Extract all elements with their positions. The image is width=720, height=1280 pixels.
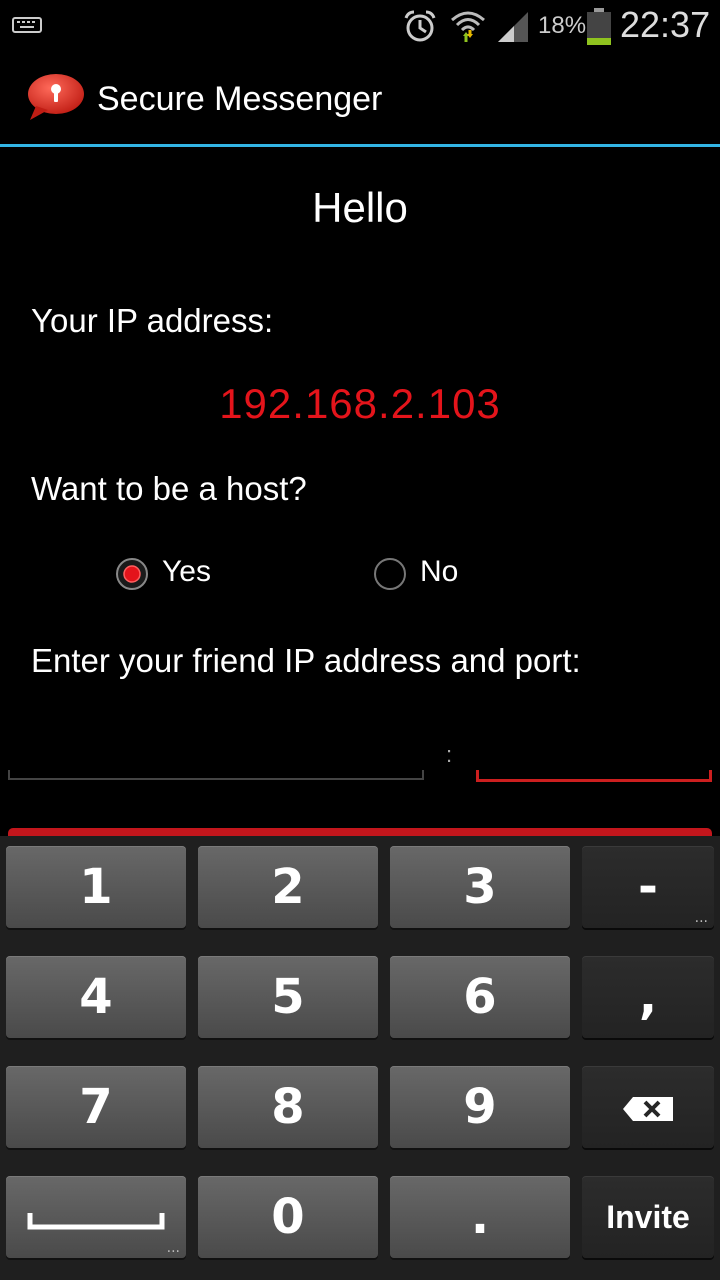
screen: 18% 22:37 Secure Messenger Hello Your IP… <box>0 0 720 1280</box>
key-2[interactable]: 2 <box>198 846 378 928</box>
app-title: Secure Messenger <box>97 80 383 118</box>
status-bar: 18% 22:37 <box>0 0 720 50</box>
key-5[interactable]: 5 <box>198 956 378 1038</box>
key-more-indicator: ... <box>694 910 708 926</box>
key-4[interactable]: 4 <box>6 956 186 1038</box>
key-space[interactable]: ... <box>6 1176 186 1258</box>
port-separator: : <box>446 742 453 767</box>
clock: 22:37 <box>620 4 711 45</box>
key-6[interactable]: 6 <box>390 956 570 1038</box>
key-comma[interactable]: , <box>582 956 714 1038</box>
radio-selected-icon <box>114 556 148 590</box>
key-minus-label: - <box>638 859 658 915</box>
key-3[interactable]: 3 <box>390 846 570 928</box>
action-bar: Secure Messenger <box>0 50 720 147</box>
key-7[interactable]: 7 <box>6 1066 186 1148</box>
radio-unselected-icon <box>372 556 406 590</box>
numeric-keyboard: 1 2 3 - ... 4 5 6 , 7 8 9 ... 0 . Invite <box>0 836 720 1280</box>
radio-yes[interactable]: Yes <box>114 555 211 590</box>
backspace-icon <box>621 1079 675 1135</box>
key-invite[interactable]: Invite <box>582 1176 714 1258</box>
ip-value: 192.168.2.103 <box>219 380 501 427</box>
ip-label: Your IP address: <box>31 302 274 339</box>
key-8[interactable]: 8 <box>198 1066 378 1148</box>
signal-icon <box>496 10 532 49</box>
host-question: Want to be a host? <box>31 470 307 507</box>
key-0[interactable]: 0 <box>198 1176 378 1258</box>
space-bar-icon <box>26 1189 166 1245</box>
key-backspace[interactable] <box>582 1066 714 1148</box>
key-minus[interactable]: - ... <box>582 846 714 928</box>
alarm-icon <box>402 8 438 49</box>
key-9[interactable]: 9 <box>390 1066 570 1148</box>
radio-yes-label: Yes <box>162 555 211 588</box>
battery-icon <box>586 8 612 51</box>
keyboard-icon <box>12 14 42 41</box>
key-1[interactable]: 1 <box>6 846 186 928</box>
port-input[interactable] <box>476 760 712 782</box>
radio-no-label: No <box>420 555 459 588</box>
greeting: Hello <box>312 184 408 231</box>
friend-ip-input[interactable] <box>8 760 424 780</box>
secure-messenger-logo-icon[interactable] <box>26 72 86 127</box>
battery-percent: 18% <box>538 12 587 39</box>
radio-no[interactable]: No <box>372 555 459 590</box>
key-dot[interactable]: . <box>390 1176 570 1258</box>
wifi-icon <box>448 6 488 51</box>
friend-ip-label: Enter your friend IP address and port: <box>31 642 581 679</box>
key-more-indicator: ... <box>166 1240 180 1256</box>
